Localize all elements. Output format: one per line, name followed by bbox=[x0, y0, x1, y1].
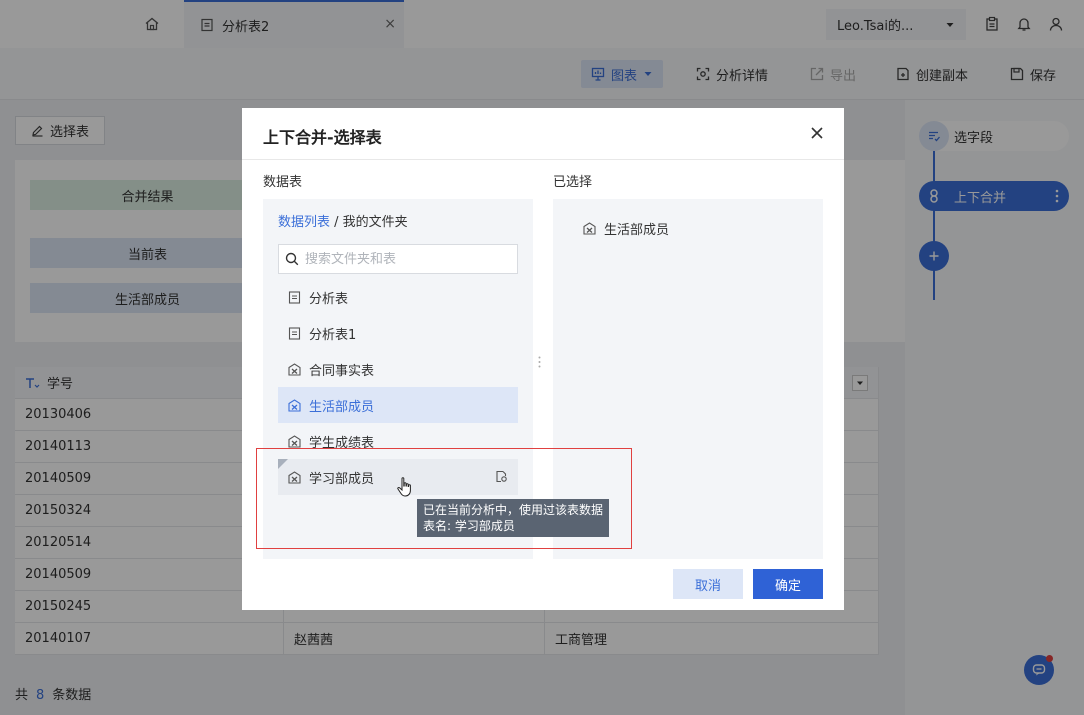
list-item-analysis[interactable]: 分析表 bbox=[278, 279, 518, 315]
confirm-button[interactable]: 确定 bbox=[753, 569, 823, 599]
close-icon[interactable] bbox=[810, 126, 824, 144]
selected-item[interactable]: 生活部成员 bbox=[583, 219, 669, 238]
breadcrumb-separator: / bbox=[330, 215, 343, 230]
list-item-life-dept[interactable]: 生活部成员 bbox=[278, 387, 518, 423]
search-box[interactable] bbox=[278, 244, 518, 274]
excel-table-icon bbox=[288, 362, 301, 376]
excel-table-icon bbox=[288, 398, 301, 412]
document-icon bbox=[288, 290, 301, 304]
pane-splitter-handle[interactable] bbox=[538, 356, 541, 372]
dialog-title: 上下合并-选择表 bbox=[263, 128, 382, 147]
list-item-analysis-1[interactable]: 分析表1 bbox=[278, 315, 518, 351]
search-icon bbox=[285, 252, 299, 266]
breadcrumb: 数据列表 / 我的文件夹 bbox=[278, 211, 408, 230]
excel-table-icon bbox=[583, 222, 596, 235]
hand-cursor-icon bbox=[396, 476, 414, 502]
breadcrumb-data-list[interactable]: 数据列表 bbox=[278, 215, 330, 230]
selected-item-label: 生活部成员 bbox=[604, 223, 670, 238]
excel-table-icon bbox=[288, 434, 301, 448]
selected-heading: 已选择 bbox=[553, 175, 593, 190]
breadcrumb-current: 我的文件夹 bbox=[342, 215, 408, 230]
search-input[interactable] bbox=[305, 251, 505, 267]
divider bbox=[242, 159, 844, 160]
list-item-label: 分析表 bbox=[309, 291, 349, 307]
list-item-label: 生活部成员 bbox=[309, 399, 375, 415]
annotation-highlight-box bbox=[256, 448, 632, 549]
cancel-button[interactable]: 取消 bbox=[673, 569, 743, 599]
data-table-heading: 数据表 bbox=[263, 175, 303, 190]
list-item-label: 分析表1 bbox=[309, 327, 357, 343]
list-item-label: 合同事实表 bbox=[309, 363, 375, 379]
list-item-contract-fact[interactable]: 合同事实表 bbox=[278, 351, 518, 387]
document-icon bbox=[288, 326, 301, 340]
